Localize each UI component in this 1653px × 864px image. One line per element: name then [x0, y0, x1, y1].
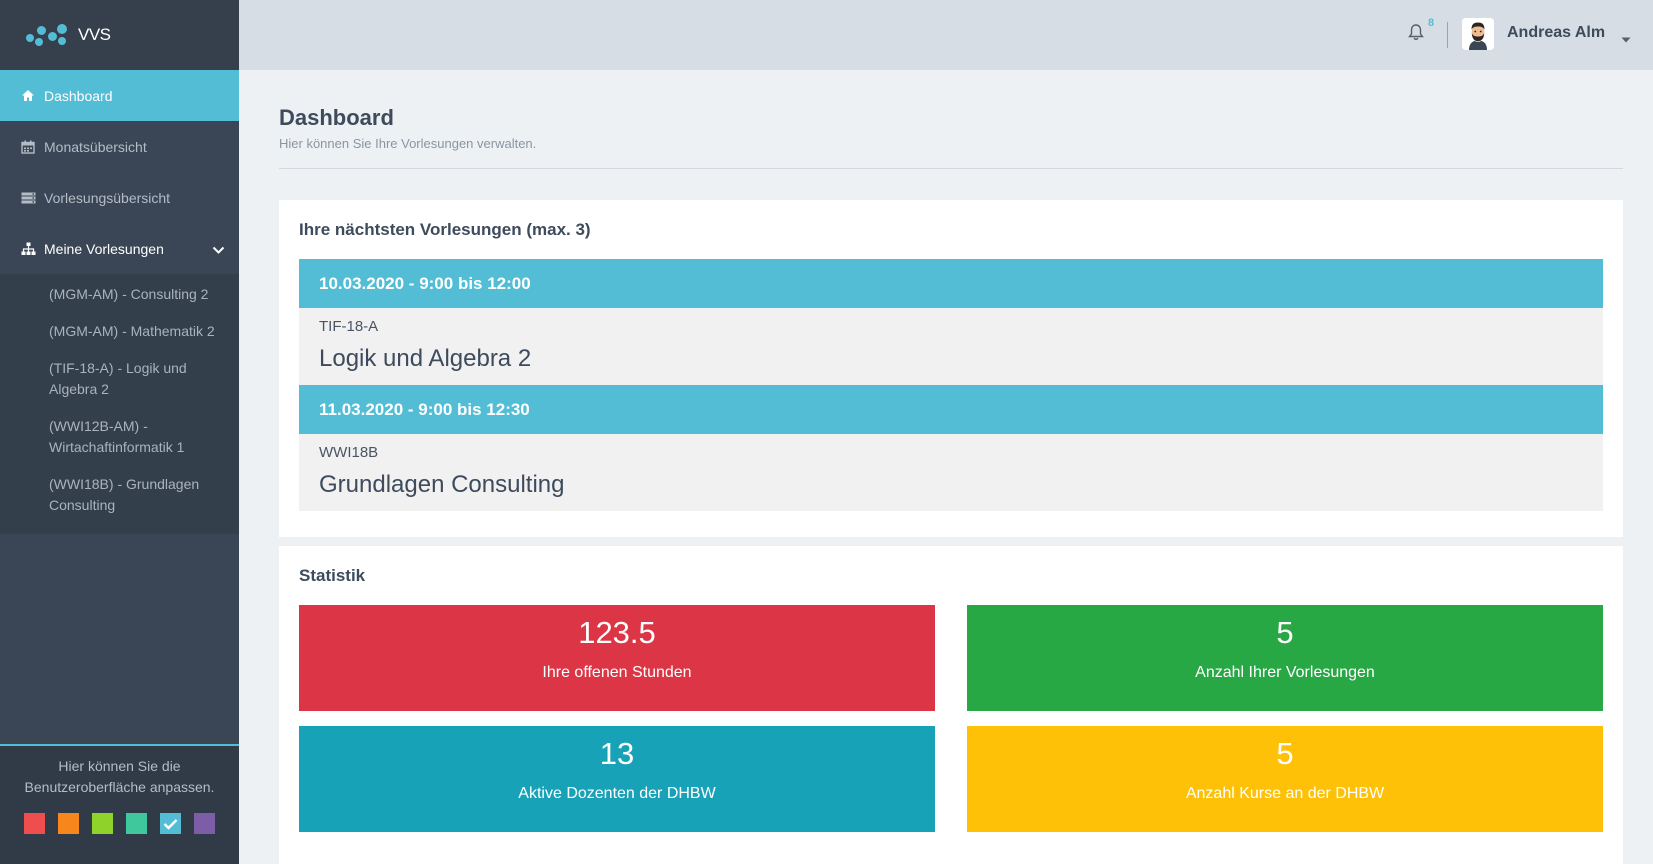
sidebar-item-label: Vorlesungsübersicht — [44, 189, 171, 206]
swatch-blue[interactable] — [160, 813, 181, 834]
submenu-item[interactable]: (WWI18B) - Grundlagen Consulting — [0, 466, 239, 524]
caret-down-icon[interactable] — [1621, 30, 1631, 48]
check-icon — [163, 818, 178, 830]
submenu-item[interactable]: (WWI12B-AM) - Wirtachaftinformatik 1 — [0, 408, 239, 466]
sidebar-item-label: Monatsübersicht — [44, 138, 147, 155]
brand[interactable]: VVS — [0, 0, 239, 70]
lecture-detail[interactable]: TIF-18-A Logik und Algebra 2 — [299, 308, 1603, 385]
calendar-icon — [20, 139, 36, 155]
lecture-course: WWI18B — [319, 444, 379, 461]
sidebar-item-label: Dashboard — [44, 87, 113, 104]
page-subtitle: Hier können Sie Ihre Vorlesungen verwalt… — [279, 136, 537, 151]
divider — [279, 168, 1623, 169]
color-swatches — [0, 813, 239, 834]
lecture-detail[interactable]: WWI18B Grundlagen Consulting — [299, 434, 1603, 511]
page-title: Dashboard — [279, 105, 394, 130]
stat-tile-active-lecturers: 13 Aktive Dozenten der DHBW — [299, 726, 935, 832]
stat-value: 5 — [1276, 736, 1294, 771]
stat-value: 13 — [599, 736, 635, 771]
submenu-item[interactable]: (TIF-18-A) - Logik und Algebra 2 — [0, 350, 239, 408]
main-content: Dashboard Hier können Sie Ihre Vorlesung… — [239, 70, 1653, 864]
user-name[interactable]: Andreas Alm — [1507, 24, 1605, 42]
server-icon — [20, 190, 36, 206]
sitemap-icon — [20, 241, 36, 257]
swatch-purple[interactable] — [194, 813, 215, 834]
stat-label: Anzahl Kurse an der DHBW — [1185, 785, 1385, 802]
submenu-meine-vorlesungen: (MGM-AM) - Consulting 2 (MGM-AM) - Mathe… — [0, 274, 239, 534]
sidebar-item-monatsuebersicht[interactable]: Monatsübersicht — [0, 121, 239, 172]
customize-panel: Hier können Sie die Benutzeroberfläche a… — [0, 744, 239, 864]
stat-tile-course-count: 5 Anzahl Kurse an der DHBW — [967, 726, 1603, 832]
lecture-datetime: 10.03.2020 - 9:00 bis 12:00 — [299, 259, 1603, 308]
stat-tile-open-hours: 123.5 Ihre offenen Stunden — [299, 605, 935, 711]
card-title: Ihre nächtsten Vorlesungen (max. 3) — [299, 220, 591, 239]
submenu-item[interactable]: (MGM-AM) - Consulting 2 — [0, 276, 239, 313]
lecture-course: TIF-18-A — [319, 318, 379, 335]
bell-icon[interactable] — [1408, 23, 1424, 46]
stat-label: Aktive Dozenten der DHBW — [518, 785, 716, 802]
submenu-item[interactable]: (MGM-AM) - Mathematik 2 — [0, 313, 239, 350]
next-lectures-card: Ihre nächtsten Vorlesungen (max. 3) 10.0… — [279, 200, 1623, 537]
notification-badge: 8 — [1428, 17, 1435, 29]
sidebar-item-meine-vorlesungen[interactable]: Meine Vorlesungen — [0, 223, 239, 274]
lecture-name: Logik und Algebra 2 — [319, 345, 532, 372]
stat-value: 5 — [1276, 615, 1294, 650]
customize-text: Hier können Sie die Benutzeroberfläche a… — [24, 758, 215, 795]
sidebar-item-label: Meine Vorlesungen — [44, 240, 164, 257]
stat-tile-lecture-count: 5 Anzahl Ihrer Vorlesungen — [967, 605, 1603, 711]
card-title: Statistik — [299, 566, 366, 585]
swatch-teal[interactable] — [126, 813, 147, 834]
lecture-datetime: 11.03.2020 - 9:00 bis 12:30 — [299, 385, 1603, 434]
swatch-green[interactable] — [92, 813, 113, 834]
sidebar-item-vorlesungsuebersicht[interactable]: Vorlesungsübersicht — [0, 172, 239, 223]
stat-value: 123.5 — [578, 615, 656, 650]
swatch-red[interactable] — [24, 813, 45, 834]
logo-dots-icon — [24, 22, 70, 48]
lecture-name: Grundlagen Consulting — [319, 471, 565, 498]
topbar: 8 Andreas Alm — [239, 0, 1653, 70]
statistics-card: Statistik 123.5 Ihre offenen Stunden 5 A… — [279, 546, 1623, 864]
chevron-down-icon[interactable] — [212, 241, 225, 257]
app-name: VVS — [78, 25, 111, 44]
avatar[interactable] — [1462, 18, 1494, 50]
divider — [1447, 22, 1448, 48]
stat-label: Anzahl Ihrer Vorlesungen — [1195, 664, 1375, 681]
sidebar-item-dashboard[interactable]: Dashboard — [0, 70, 239, 121]
stat-label: Ihre offenen Stunden — [542, 664, 692, 681]
home-icon — [20, 88, 36, 104]
swatch-orange[interactable] — [58, 813, 79, 834]
sidebar: VVS Dashboard Monatsübersicht Vorlesungs… — [0, 0, 239, 864]
